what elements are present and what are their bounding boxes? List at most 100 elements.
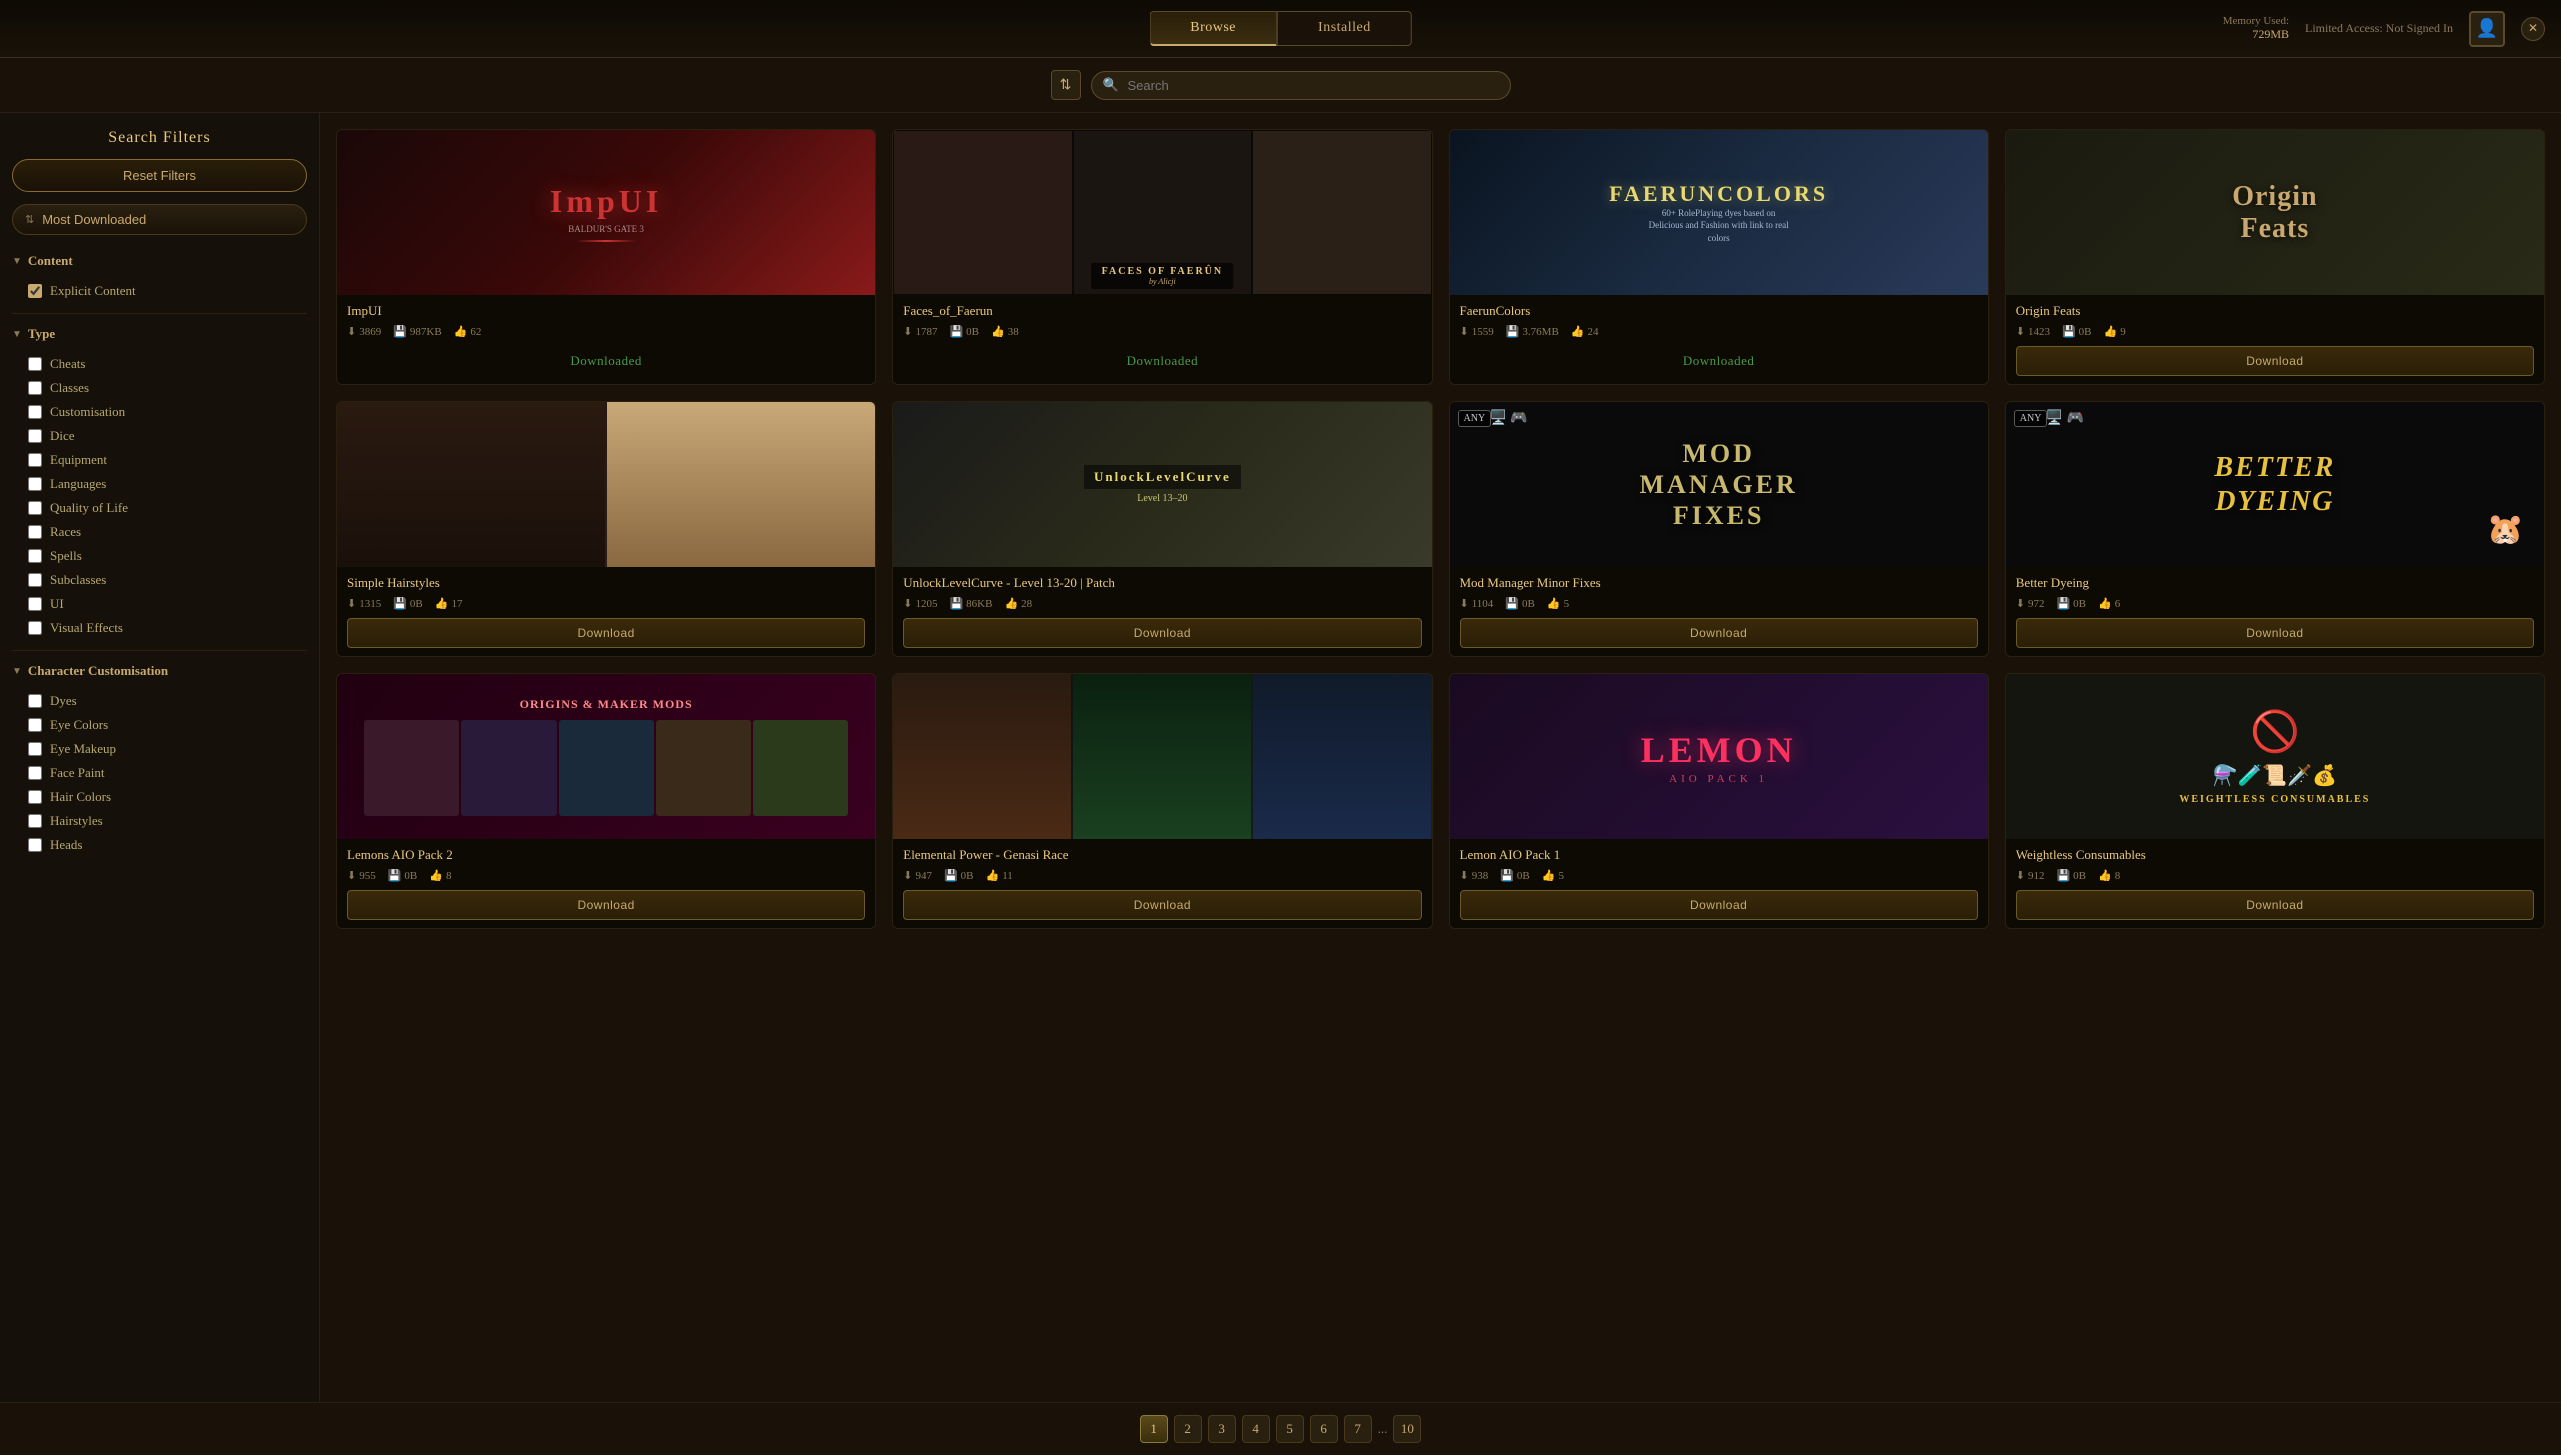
weightless-size: 0B (2073, 870, 2086, 882)
search-input[interactable] (1091, 71, 1511, 100)
impui-status-button[interactable]: Downloaded (347, 346, 865, 376)
page-5-button[interactable]: 5 (1276, 1415, 1304, 1443)
mod-card-elemental[interactable]: Elemental Power - Genasi Race ⬇947 💾0B 👍… (892, 673, 1432, 929)
lemon1-download-button[interactable]: Download (1460, 890, 1978, 920)
likes-icon-weightless: 👍 (2098, 869, 2112, 882)
type-ui[interactable]: UI (12, 592, 307, 616)
mod-card-faces[interactable]: FACES OF FAERÛN by Alicji Faces_of_Faeru… (892, 129, 1432, 385)
mod-name-dyeing: Better Dyeing (2016, 575, 2534, 591)
type-races[interactable]: Races (12, 520, 307, 544)
mod-card-lemon1[interactable]: LEMON AIO PACK 1 Lemon AIO Pack 1 ⬇938 💾… (1449, 673, 1989, 929)
dyes-checkbox[interactable] (28, 694, 42, 708)
dyeing-download-button[interactable]: Download (2016, 618, 2534, 648)
mod-card-faerun[interactable]: FAERUNCOLORS 60+ RolePlaying dyes based … (1449, 129, 1989, 385)
eye-makeup-checkbox[interactable] (28, 742, 42, 756)
tab-installed[interactable]: Installed (1277, 11, 1412, 46)
origin-download-button[interactable]: Download (2016, 346, 2534, 376)
equipment-checkbox[interactable] (28, 453, 42, 467)
page-6-button[interactable]: 6 (1310, 1415, 1338, 1443)
char-face-paint[interactable]: Face Paint (12, 761, 307, 785)
type-classes[interactable]: Classes (12, 376, 307, 400)
hair-likes: 17 (451, 598, 462, 610)
lemons2-download-button[interactable]: Download (347, 890, 865, 920)
page-10-button[interactable]: 10 (1393, 1415, 1421, 1443)
dice-checkbox[interactable] (28, 429, 42, 443)
type-dice[interactable]: Dice (12, 424, 307, 448)
mod-card-weightless[interactable]: 🚫 ⚗️🧪📜🗡️💰 WEIGHTLESS CONSUMABLES Weightl… (2005, 673, 2545, 929)
type-languages[interactable]: Languages (12, 472, 307, 496)
char-dyes[interactable]: Dyes (12, 689, 307, 713)
mod-card-modmanager[interactable]: ANY 🖥️ 🎮 MODMANAGERFIXES Mod Manager Min… (1449, 401, 1989, 657)
explicit-content-item[interactable]: Explicit Content (12, 279, 307, 303)
size-icon-weightless: 💾 (2056, 869, 2070, 882)
mod-card-unlock[interactable]: UnlockLevelCurve Level 13–20 UnlockLevel… (892, 401, 1432, 657)
heads-checkbox[interactable] (28, 838, 42, 852)
eye-colors-label: Eye Colors (50, 717, 108, 733)
page-2-button[interactable]: 2 (1174, 1415, 1202, 1443)
char-eye-makeup[interactable]: Eye Makeup (12, 737, 307, 761)
mod-card-hairstyles[interactable]: Simple Hairstyles ⬇1315 💾0B 👍17 Download (336, 401, 876, 657)
classes-checkbox[interactable] (28, 381, 42, 395)
char-hair-colors[interactable]: Hair Colors (12, 785, 307, 809)
type-section-header[interactable]: ▼ Type (12, 322, 307, 346)
char-arrow: ▼ (12, 666, 22, 677)
filter-icon-button[interactable]: ⇅ (1051, 70, 1081, 100)
type-cheats[interactable]: Cheats (12, 352, 307, 376)
tab-browse[interactable]: Browse (1149, 11, 1277, 46)
type-customisation[interactable]: Customisation (12, 400, 307, 424)
explicit-checkbox[interactable] (28, 284, 42, 298)
customisation-label: Customisation (50, 404, 125, 420)
mod-card-lemons2[interactable]: ORIGINS & MAKER MODS Lemons AIO Pack 2 ⬇… (336, 673, 876, 929)
char-eye-colors[interactable]: Eye Colors (12, 713, 307, 737)
cheats-checkbox[interactable] (28, 357, 42, 371)
avatar[interactable]: 👤 (2469, 11, 2505, 47)
unlock-download-button[interactable]: Download (903, 618, 1421, 648)
customisation-checkbox[interactable] (28, 405, 42, 419)
qol-checkbox[interactable] (28, 501, 42, 515)
char-hairstyles[interactable]: Hairstyles (12, 809, 307, 833)
hairstyles-checkbox[interactable] (28, 814, 42, 828)
close-button[interactable]: ✕ (2521, 17, 2545, 41)
weightless-download-button[interactable]: Download (2016, 890, 2534, 920)
dyeing-size: 0B (2073, 598, 2086, 610)
mod-stats-impui: ⬇3869 💾987KB 👍62 (347, 325, 865, 338)
face-paint-checkbox[interactable] (28, 766, 42, 780)
size-icon-lemons2: 💾 (388, 869, 402, 882)
reset-filters-button[interactable]: Reset Filters (12, 159, 307, 192)
ui-checkbox[interactable] (28, 597, 42, 611)
page-1-button[interactable]: 1 (1140, 1415, 1168, 1443)
page-4-button[interactable]: 4 (1242, 1415, 1270, 1443)
sidebar: Search Filters Reset Filters ⇅ Most Down… (0, 113, 320, 1402)
eye-colors-checkbox[interactable] (28, 718, 42, 732)
subclasses-checkbox[interactable] (28, 573, 42, 587)
mod-card-impui[interactable]: ImpUI BALDUR'S GATE 3 ImpUI ⬇3869 💾987KB… (336, 129, 876, 385)
faces-status-button[interactable]: Downloaded (903, 346, 1421, 376)
mod-thumbnail-origin: OriginFeats (2006, 130, 2544, 295)
hair-colors-checkbox[interactable] (28, 790, 42, 804)
modmanager-download-button[interactable]: Download (1460, 618, 1978, 648)
faerun-status-button[interactable]: Downloaded (1460, 346, 1978, 376)
mod-card-dyeing[interactable]: ANY 🖥️ 🎮 BETTERDYEING 🐹 Better Dyeing ⬇9… (2005, 401, 2545, 657)
lemons2-downloads: 955 (359, 870, 376, 882)
spells-checkbox[interactable] (28, 549, 42, 563)
char-customisation-header[interactable]: ▼ Character Customisation (12, 659, 307, 683)
mod-card-origin[interactable]: OriginFeats Origin Feats ⬇1423 💾0B 👍9 Do… (2005, 129, 2545, 385)
likes-icon-faces: 👍 (991, 325, 1005, 338)
type-subclasses[interactable]: Subclasses (12, 568, 307, 592)
races-checkbox[interactable] (28, 525, 42, 539)
page-7-button[interactable]: 7 (1344, 1415, 1372, 1443)
languages-checkbox[interactable] (28, 477, 42, 491)
char-heads[interactable]: Heads (12, 833, 307, 857)
page-3-button[interactable]: 3 (1208, 1415, 1236, 1443)
hairstyles-download-button[interactable]: Download (347, 618, 865, 648)
dl-icon-elemental: ⬇ (903, 869, 912, 882)
type-equipment[interactable]: Equipment (12, 448, 307, 472)
sort-button[interactable]: ⇅ Most Downloaded (12, 204, 307, 235)
content-section-header[interactable]: ▼ Content (12, 249, 307, 273)
elemental-download-button[interactable]: Download (903, 890, 1421, 920)
type-quality-of-life[interactable]: Quality of Life (12, 496, 307, 520)
visual-checkbox[interactable] (28, 621, 42, 635)
type-spells[interactable]: Spells (12, 544, 307, 568)
lemon1-likes: 5 (1558, 870, 1564, 882)
type-visual-effects[interactable]: Visual Effects (12, 616, 307, 640)
